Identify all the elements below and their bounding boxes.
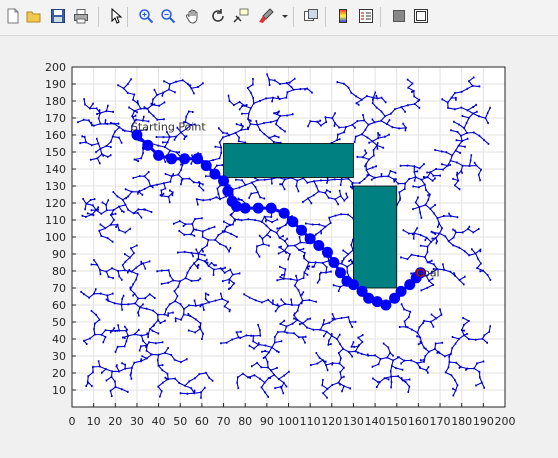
path-point (321, 246, 333, 258)
toolbar-separator (98, 7, 99, 27)
path-point (328, 257, 340, 268)
x-tick-label: 150 (386, 415, 407, 428)
hide-plot-tools-icon[interactable] (390, 7, 408, 25)
y-tick-label: 200 (45, 61, 66, 74)
obstacle (353, 185, 398, 289)
print-icon[interactable] (72, 7, 90, 25)
x-tick-label: 0 (69, 415, 76, 428)
show-plot-tools-icon[interactable] (412, 7, 430, 25)
pointer-icon[interactable] (107, 7, 125, 25)
x-tick-label: 10 (87, 415, 101, 428)
path-point (166, 153, 178, 165)
path-point (179, 153, 191, 165)
x-tick-label: 20 (108, 415, 122, 428)
path-point (278, 207, 290, 219)
path-point (153, 149, 165, 161)
y-tick-label: 30 (52, 350, 66, 363)
y-tick-label: 70 (52, 282, 66, 295)
path-point (192, 153, 204, 165)
y-tick-label: 110 (45, 214, 66, 227)
x-tick-label: 100 (278, 415, 299, 428)
data-cursor-icon[interactable] (232, 7, 250, 25)
path-point (295, 224, 307, 236)
path-point (287, 216, 299, 228)
path-point (200, 160, 212, 172)
x-tick-label: 90 (260, 415, 274, 428)
y-tick-label: 80 (52, 265, 66, 278)
figure-toolbar (0, 0, 558, 36)
save-icon[interactable] (49, 7, 67, 25)
toolbar-separator (380, 7, 381, 27)
colorbar-icon[interactable] (334, 7, 352, 25)
path-point (265, 202, 277, 214)
x-tick-label: 130 (343, 415, 364, 428)
y-tick-label: 100 (45, 231, 66, 244)
zoom-in-icon[interactable] (137, 7, 155, 25)
y-tick-label: 190 (45, 78, 66, 91)
y-tick-label: 60 (52, 299, 66, 312)
path-point (313, 240, 325, 251)
open-file-icon[interactable] (25, 7, 43, 25)
annotation-label: Starting Point (131, 121, 206, 134)
figure-canvas: Starting Point Goal 0 10 20 30 40 50 60 70 80 90 100… (0, 36, 558, 454)
brush-dropdown-icon[interactable] (281, 7, 289, 25)
y-tick-label: 10 (52, 384, 66, 397)
x-tick-label: 40 (152, 415, 166, 428)
new-figure-icon[interactable] (4, 7, 22, 25)
path-point (304, 233, 316, 245)
annotation-label: Goal (415, 267, 440, 280)
zoom-out-icon[interactable] (159, 7, 177, 25)
rotate-3d-icon[interactable] (209, 7, 227, 25)
path-point (209, 168, 221, 180)
path-point (239, 202, 251, 214)
path-point (218, 175, 230, 187)
x-tick-label: 140 (365, 415, 386, 428)
path-point (252, 202, 264, 214)
x-tick-label: 160 (408, 415, 429, 428)
toolbar-separator (127, 7, 128, 27)
x-tick-label: 170 (430, 415, 451, 428)
path-point (395, 285, 407, 297)
y-tick-label: 130 (45, 180, 66, 193)
x-tick-label: 80 (238, 415, 252, 428)
toolbar-separator (325, 7, 326, 27)
y-tick-label: 180 (45, 95, 66, 108)
x-tick-label: 50 (173, 415, 187, 428)
y-tick-label: 50 (52, 316, 66, 329)
y-tick-label: 140 (45, 163, 66, 176)
x-tick-label: 30 (130, 415, 144, 428)
x-tick-label: 180 (451, 415, 472, 428)
path-point (142, 139, 154, 151)
y-tick-label: 170 (45, 112, 66, 125)
x-tick-label: 70 (217, 415, 231, 428)
rrt-plot: Starting Point Goal 0 10 20 30 40 50 60 70 80 90 100… (45, 61, 516, 428)
brush-icon[interactable] (257, 7, 275, 25)
x-tick-label: 110 (300, 415, 321, 428)
x-tick-label: 60 (195, 415, 209, 428)
y-tick-label: 150 (45, 146, 66, 159)
legend-icon[interactable] (357, 7, 375, 25)
y-tick-label: 20 (52, 367, 66, 380)
y-tick-label: 40 (52, 333, 66, 346)
toolbar-separator (293, 7, 294, 27)
x-tick-label: 200 (495, 415, 516, 428)
link-plot-icon[interactable] (302, 7, 320, 25)
path-point (347, 279, 359, 291)
x-tick-label: 120 (321, 415, 342, 428)
y-tick-label: 90 (52, 248, 66, 261)
x-tick-label: 190 (473, 415, 494, 428)
path-point (222, 185, 234, 197)
pan-hand-icon[interactable] (184, 7, 202, 25)
obstacle (223, 143, 354, 178)
path-point (380, 299, 392, 311)
y-tick-label: 120 (45, 197, 66, 210)
y-tick-label: 160 (45, 129, 66, 142)
